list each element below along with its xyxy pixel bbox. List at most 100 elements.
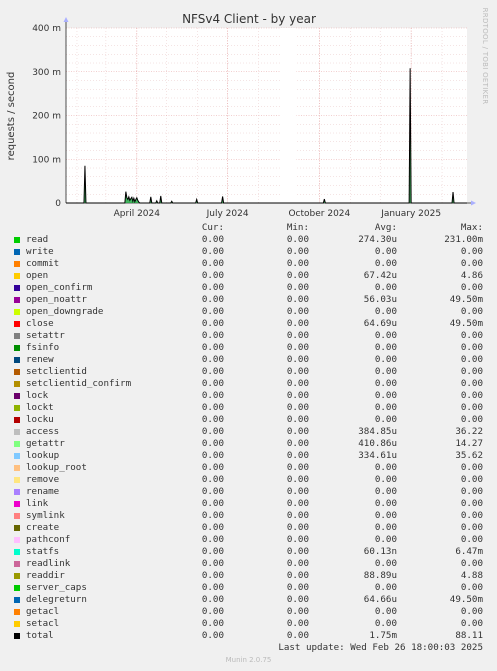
legend-name: setclientid_confirm <box>26 378 132 389</box>
legend-name: create <box>26 522 60 533</box>
legend-avg: 0.00 <box>374 330 397 341</box>
legend-avg: 274.30u <box>358 234 397 245</box>
legend-name: lookup <box>26 450 60 461</box>
legend-row: create 0.00 0.00 0.00 0.00 <box>0 522 497 534</box>
legend-swatch <box>14 489 20 495</box>
legend-name: pathconf <box>26 534 71 545</box>
legend-max: 88.11 <box>455 630 483 641</box>
legend-cur: 0.00 <box>201 570 224 581</box>
legend-min: 0.00 <box>286 594 309 605</box>
legend-swatch <box>14 285 20 291</box>
legend-min: 0.00 <box>286 234 309 245</box>
legend-cur: 0.00 <box>201 246 224 257</box>
legend-avg: 384.85u <box>358 426 397 437</box>
legend-row: locku 0.00 0.00 0.00 0.00 <box>0 414 497 426</box>
legend-avg: 0.00 <box>374 378 397 389</box>
legend-cur: 0.00 <box>201 318 224 329</box>
legend-min: 0.00 <box>286 618 309 629</box>
legend-avg: 0.00 <box>374 390 397 401</box>
legend-row: lockt 0.00 0.00 0.00 0.00 <box>0 402 497 414</box>
x-tick-label: April 2024 <box>114 209 161 219</box>
legend-swatch <box>14 405 20 411</box>
legend-avg: 0.00 <box>374 414 397 425</box>
legend-cur: 0.00 <box>201 534 224 545</box>
legend-row: open_downgrade 0.00 0.00 0.00 0.00 <box>0 306 497 318</box>
legend-swatch <box>14 381 20 387</box>
legend-max: 0.00 <box>460 606 483 617</box>
legend-min: 0.00 <box>286 570 309 581</box>
legend-min: 0.00 <box>286 462 309 473</box>
legend-name: link <box>26 498 49 509</box>
legend-max: 49.50m <box>449 318 483 329</box>
x-axis-arrow <box>471 200 476 206</box>
legend-row: open_confirm 0.00 0.00 0.00 0.00 <box>0 282 497 294</box>
legend-cur: 0.00 <box>201 546 224 557</box>
legend-swatch <box>14 501 20 507</box>
legend-max: 0.00 <box>460 342 483 353</box>
legend-min: 0.00 <box>286 582 309 593</box>
last-update: Last update: Wed Feb 26 18:00:03 2025 <box>278 642 483 653</box>
legend-min: 0.00 <box>286 558 309 569</box>
legend-cur: 0.00 <box>201 342 224 353</box>
legend-max: 0.00 <box>460 402 483 413</box>
legend-swatch <box>14 585 20 591</box>
legend-name: locku <box>26 414 54 425</box>
legend-swatch <box>14 237 20 243</box>
legend-swatch <box>14 513 20 519</box>
legend-swatch <box>14 561 20 567</box>
legend-name: write <box>26 246 54 257</box>
plot-area: 0 100 m 200 m 300 m 400 m April 2024 July 2024… <box>32 17 476 219</box>
legend-swatch <box>14 441 20 447</box>
legend-max: 0.00 <box>460 246 483 257</box>
legend-min: 0.00 <box>286 510 309 521</box>
legend-min: 0.00 <box>286 318 309 329</box>
legend-row: readlink 0.00 0.00 0.00 0.00 <box>0 558 497 570</box>
legend-cur: 0.00 <box>201 390 224 401</box>
legend-max: 0.00 <box>460 354 483 365</box>
legend-swatch <box>14 549 20 555</box>
legend-min: 0.00 <box>286 390 309 401</box>
legend-max: 0.00 <box>460 390 483 401</box>
legend-name: lookup_root <box>26 462 87 473</box>
legend-avg: 410.86u <box>358 438 397 449</box>
legend-name: getattr <box>26 438 65 449</box>
legend-avg: 0.00 <box>374 258 397 269</box>
legend-max: 6.47m <box>455 546 483 557</box>
legend-swatch <box>14 633 20 639</box>
legend-row: lock 0.00 0.00 0.00 0.00 <box>0 390 497 402</box>
legend-row: lookup_root 0.00 0.00 0.00 0.00 <box>0 462 497 474</box>
legend-row: readdir 0.00 0.00 88.89u 4.88 <box>0 570 497 582</box>
x-tick-label: July 2024 <box>206 209 249 219</box>
legend-name: server_caps <box>26 582 87 593</box>
legend-name: lockt <box>26 402 54 413</box>
legend-cur: 0.00 <box>201 450 224 461</box>
legend-max: 49.50m <box>449 294 483 305</box>
legend-max: 0.00 <box>460 486 483 497</box>
legend-cur: 0.00 <box>201 630 224 641</box>
legend-min: 0.00 <box>286 426 309 437</box>
legend-row: read 0.00 0.00 274.30u 231.00m <box>0 234 497 246</box>
legend-max: 0.00 <box>460 474 483 485</box>
legend-avg: 334.61u <box>358 450 397 461</box>
legend-name: fsinfo <box>26 342 60 353</box>
legend-max: 0.00 <box>460 282 483 293</box>
legend-cur: 0.00 <box>201 618 224 629</box>
legend-min: 0.00 <box>286 402 309 413</box>
legend-row: setclientid 0.00 0.00 0.00 0.00 <box>0 366 497 378</box>
legend-swatch <box>14 573 20 579</box>
legend-avg: 0.00 <box>374 246 397 257</box>
legend-avg: 0.00 <box>374 402 397 413</box>
legend-name: delegreturn <box>26 594 87 605</box>
legend-avg: 60.13n <box>363 546 397 557</box>
legend-swatch <box>14 477 20 483</box>
legend-row: setclientid_confirm 0.00 0.00 0.00 0.00 <box>0 378 497 390</box>
legend-avg: 0.00 <box>374 510 397 521</box>
legend-cur: 0.00 <box>201 462 224 473</box>
legend-cur: 0.00 <box>201 414 224 425</box>
legend-swatch <box>14 621 20 627</box>
y-tick-label: 400 m <box>32 24 61 34</box>
legend-min: 0.00 <box>286 366 309 377</box>
legend-table: Cur: Min: Avg: Max: read 0.00 0.00 274.30u 2… <box>0 222 497 642</box>
munin-version: Munin 2.0.75 <box>225 656 272 664</box>
legend-avg: 1.75m <box>369 630 397 641</box>
